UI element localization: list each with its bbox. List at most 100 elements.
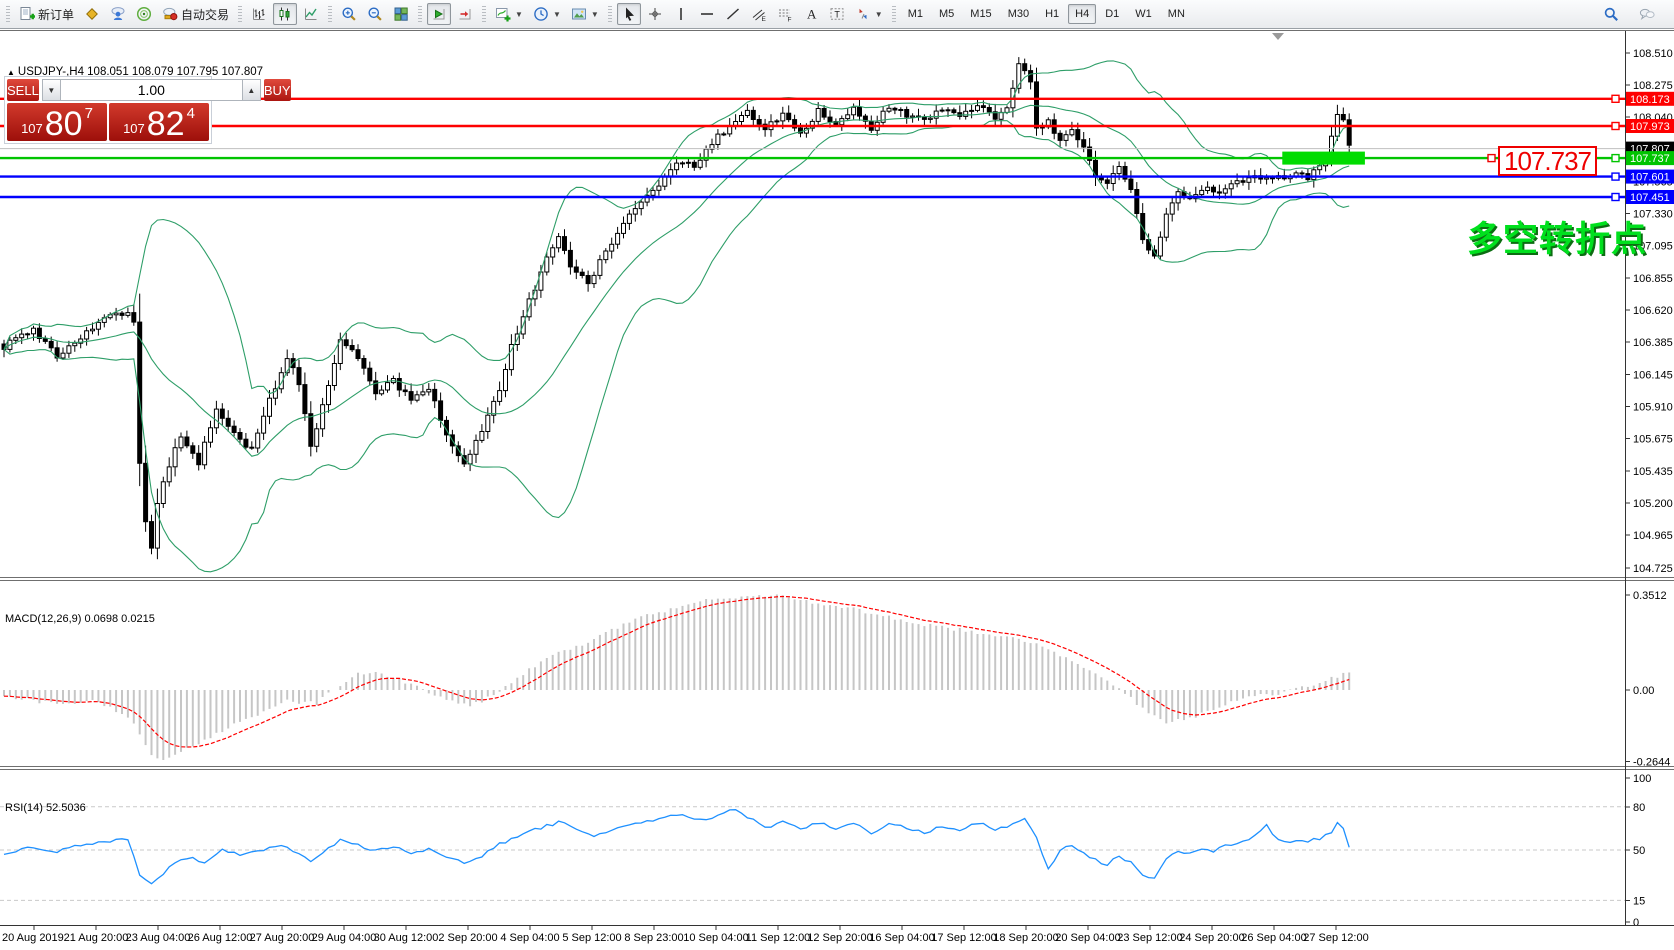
zoom-in-icon [341, 6, 357, 22]
price-callout-label[interactable]: 107.737 [1498, 146, 1597, 176]
text-button[interactable]: A [799, 3, 823, 25]
rsi-tick-label: 0 [1633, 917, 1639, 929]
chevron-down-icon: ▼ [591, 10, 599, 19]
sell-price-prefix: 107 [21, 122, 43, 135]
tile-windows-icon [393, 6, 409, 22]
channel-icon: E [751, 6, 767, 22]
toolbar-grip[interactable] [328, 6, 332, 22]
tf-mn-button[interactable]: MN [1161, 4, 1192, 24]
x-tick-label: 30 Aug 12:00 [374, 932, 439, 944]
chart-shift-icon [457, 6, 473, 22]
line-handle[interactable] [1612, 123, 1619, 130]
buy-button[interactable]: BUY [264, 79, 291, 101]
toolbar-grip[interactable] [238, 6, 242, 22]
market-watch-button[interactable] [80, 3, 104, 25]
new-order-button[interactable]: 新订单 [15, 3, 78, 25]
turning-point-annotation[interactable]: 多空转折点 [1467, 211, 1647, 262]
x-tick-label: 20 Sep 04:00 [1055, 932, 1120, 944]
chevron-down-icon: ▼ [515, 10, 523, 19]
tf-h1-button[interactable]: H1 [1038, 4, 1066, 24]
x-tick-label: 12 Sep 20:00 [807, 932, 872, 944]
volume-decrease-button[interactable]: ▼ [42, 79, 61, 101]
tf-h4-button[interactable]: H4 [1068, 4, 1096, 24]
tf-m15-button[interactable]: M15 [963, 4, 998, 24]
buy-price-box[interactable]: 107 82 4 [109, 103, 209, 141]
line-handle[interactable] [1612, 194, 1619, 201]
x-tick-label: 24 Sep 20:00 [1179, 932, 1244, 944]
x-tick-label: 23 Sep 12:00 [1117, 932, 1182, 944]
price-axis[interactable]: 108.510108.275108.040107.565107.330107.0… [1625, 31, 1673, 929]
svg-text:107.601: 107.601 [1630, 172, 1670, 184]
text-label-button[interactable]: T [825, 3, 849, 25]
vertical-line-button[interactable] [669, 3, 693, 25]
zoom-in-button[interactable] [337, 3, 361, 25]
periods-icon [533, 6, 549, 22]
line-handle[interactable] [1612, 95, 1619, 102]
tf-w1-button[interactable]: W1 [1128, 4, 1159, 24]
collapse-arrow-icon[interactable]: ▲ [7, 68, 15, 77]
volume-input[interactable] [61, 79, 242, 101]
auto-scroll-button[interactable] [427, 3, 451, 25]
line-chart-button[interactable] [299, 3, 323, 25]
svg-text:108.173: 108.173 [1630, 94, 1670, 106]
highlight-zone[interactable] [1282, 152, 1365, 165]
crosshair-button[interactable] [643, 3, 667, 25]
svg-text:E: E [761, 16, 766, 22]
toolbar-grip[interactable] [418, 6, 422, 22]
rsi-tick-label: 100 [1633, 773, 1651, 785]
tf-h4-label: H4 [1075, 8, 1089, 20]
chart-canvas[interactable]: 108.510108.275108.040107.565107.330107.0… [0, 30, 1674, 950]
zoom-out-button[interactable] [363, 3, 387, 25]
y-tick-label: 104.965 [1633, 530, 1673, 542]
toolbar-group-chart-tools: ▼ ▼ ▼ [478, 0, 604, 28]
tf-m30-button[interactable]: M30 [1001, 4, 1036, 24]
data-window-button[interactable] [106, 3, 130, 25]
navigator-button[interactable] [132, 3, 156, 25]
bar-chart-button[interactable] [247, 3, 271, 25]
y-tick-label: 106.385 [1633, 337, 1673, 349]
tile-windows-button[interactable] [389, 3, 413, 25]
cursor-button[interactable] [617, 3, 641, 25]
line-handle[interactable] [1612, 173, 1619, 180]
chart-shift-marker[interactable] [1272, 33, 1284, 40]
svg-text:107.737: 107.737 [1630, 153, 1670, 165]
candlestick-chart-button[interactable] [273, 3, 297, 25]
toolbar-grip[interactable] [6, 6, 10, 22]
toolbar-grip[interactable] [608, 6, 612, 22]
search-button[interactable] [1599, 3, 1623, 25]
callout-anchor-handle[interactable] [1488, 155, 1495, 162]
toolbar-grip[interactable] [482, 6, 486, 22]
y-tick-label: 105.675 [1633, 434, 1673, 446]
indicators-button[interactable]: ▼ [491, 3, 527, 25]
fibonacci-button[interactable]: F [773, 3, 797, 25]
chat-button[interactable] [1635, 3, 1659, 25]
tf-w1-label: W1 [1135, 8, 1152, 20]
periods-button[interactable]: ▼ [529, 3, 565, 25]
indicators-icon [495, 6, 511, 22]
toolbar-grip[interactable] [892, 6, 896, 22]
chart-shift-button[interactable] [453, 3, 477, 25]
volume-increase-button[interactable]: ▲ [242, 79, 261, 101]
line-handle[interactable] [1612, 155, 1619, 162]
tf-m5-button[interactable]: M5 [932, 4, 961, 24]
autotrading-label: 自动交易 [181, 6, 229, 23]
x-tick-label: 10 Sep 04:00 [683, 932, 748, 944]
toolbar-group-trade-tools: 新订单 自动交易 [2, 0, 234, 28]
tf-d1-button[interactable]: D1 [1098, 4, 1126, 24]
time-axis[interactable]: 20 Aug 201921 Aug 20:0023 Aug 04:0026 Au… [0, 926, 1674, 945]
templates-button[interactable]: ▼ [567, 3, 603, 25]
sell-price-box[interactable]: 107 80 7 [7, 103, 107, 141]
tf-m1-button[interactable]: M1 [901, 4, 930, 24]
tf-d1-label: D1 [1105, 8, 1119, 20]
sell-button[interactable]: SELL [7, 79, 39, 101]
rsi-panel [0, 807, 1625, 901]
cursor-icon [621, 6, 637, 22]
y-tick-label: 108.510 [1633, 48, 1673, 60]
autotrading-button[interactable]: 自动交易 [158, 3, 233, 25]
toolbar-right-group [1598, 3, 1668, 25]
equidistant-channel-button[interactable]: E [747, 3, 771, 25]
trendline-button[interactable] [721, 3, 745, 25]
horizontal-line-button[interactable] [695, 3, 719, 25]
panel-separators[interactable] [0, 31, 1674, 770]
arrows-button[interactable]: ▼ [851, 3, 887, 25]
